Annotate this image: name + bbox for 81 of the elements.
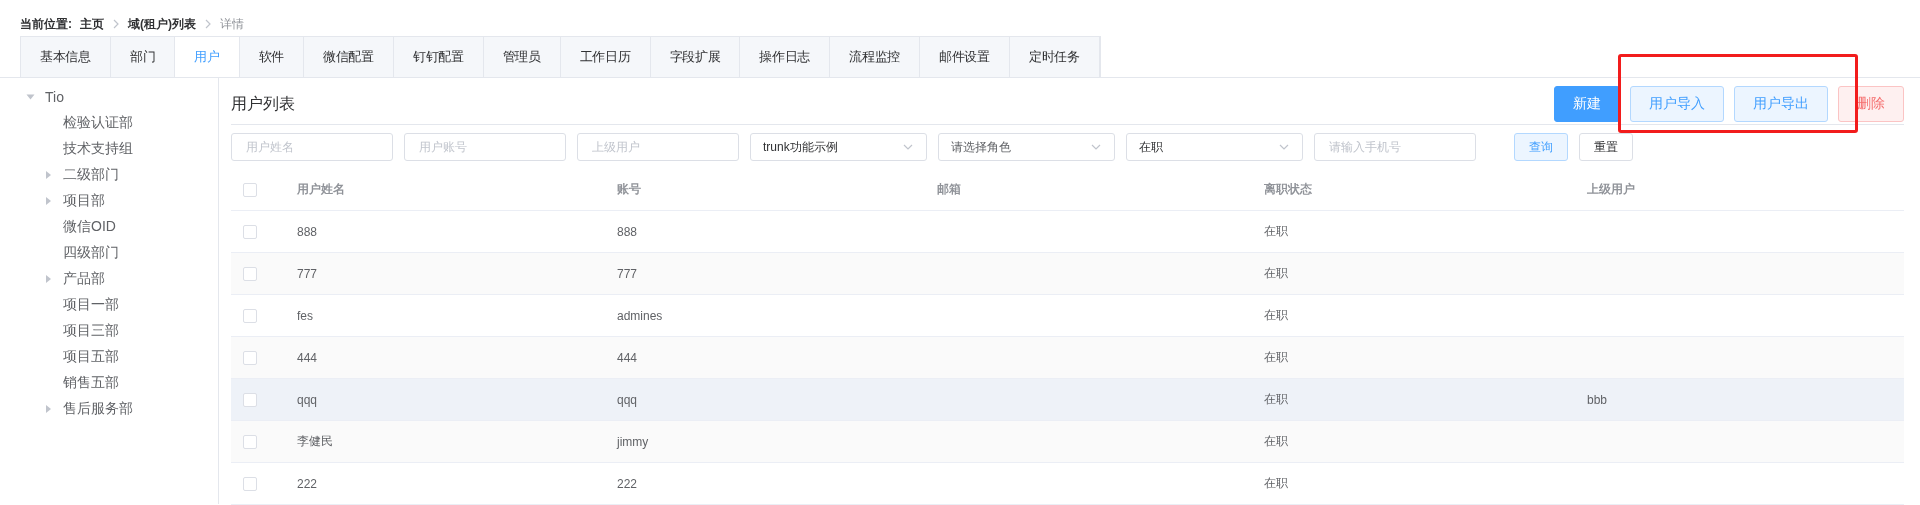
tree-item[interactable]: 技术支持组 (0, 136, 218, 162)
table-cell-text: 在职 (1263, 391, 1289, 408)
table-row[interactable]: 777 777 在职 (231, 253, 1904, 295)
table-cell-text: 222 (296, 476, 319, 491)
chevron-right-icon (112, 19, 120, 29)
table-cell-text: 李健民 (296, 433, 334, 450)
breadcrumb-link[interactable]: 域(租户)列表 (128, 15, 196, 33)
tab[interactable]: 工作日历 (560, 37, 651, 77)
table-cell-text: 在职 (1263, 475, 1289, 492)
column-header: 邮箱 (936, 181, 962, 198)
table-cell-text: 777 (296, 266, 319, 281)
table-cell-text: qqq (616, 392, 639, 407)
tree-item[interactable]: 项目一部 (0, 292, 218, 318)
checkbox[interactable] (243, 224, 257, 239)
select-field[interactable]: 在职 (1126, 133, 1303, 161)
table-cell-text: 222 (616, 476, 639, 491)
column-header: 账号 (616, 181, 642, 198)
table-cell-text: bbb (1586, 392, 1609, 407)
tree-item[interactable]: 项目五部 (0, 344, 218, 370)
table-cell-text: 在职 (1263, 307, 1289, 324)
caret-icon[interactable] (46, 197, 51, 205)
tab[interactable]: 邮件设置 (920, 37, 1010, 77)
tab[interactable]: 流程监控 (830, 37, 920, 77)
tab[interactable]: 钉钉配置 (393, 37, 484, 77)
checkbox[interactable] (243, 182, 257, 197)
table-cell-text: fes (296, 308, 314, 323)
checkbox[interactable] (243, 476, 257, 491)
input-field[interactable]: 用户账号 (404, 133, 566, 161)
input-field[interactable]: 用户姓名 (231, 133, 393, 161)
breadcrumb-link[interactable]: 主页 (80, 15, 104, 33)
tab[interactable]: 字段扩展 (650, 37, 741, 77)
tree-item[interactable]: Tio (0, 84, 218, 110)
table-row[interactable]: 李健民 jimmy 在职 (231, 421, 1904, 463)
select-field[interactable]: 请选择角色 (938, 133, 1115, 161)
filter-button[interactable]: 重置 (1579, 133, 1633, 161)
tab[interactable]: 软件 (239, 37, 305, 77)
tab[interactable]: 定时任务 (1009, 37, 1100, 77)
breadcrumb-label: 当前位置: (20, 15, 72, 33)
table-cell-text: admines (616, 308, 664, 323)
tree-item[interactable]: 项目三部 (0, 318, 218, 344)
checkbox[interactable] (243, 350, 257, 365)
tree-item[interactable]: 检验认证部 (0, 110, 218, 136)
tab[interactable]: 操作日志 (740, 37, 831, 77)
tree-item[interactable]: 项目部 (0, 188, 218, 214)
select-field[interactable]: trunk功能示例 (750, 133, 927, 161)
checkbox[interactable] (243, 308, 257, 323)
caret-icon[interactable] (26, 94, 35, 100)
table-cell-text: jimmy (615, 434, 650, 449)
table-cell-text: 在职 (1263, 349, 1289, 366)
tab[interactable]: 管理员 (483, 37, 561, 77)
tab[interactable]: 微信配置 (304, 37, 394, 77)
tree-item[interactable]: 微信OID (0, 214, 218, 240)
checkbox[interactable] (243, 392, 257, 407)
caret-icon[interactable] (46, 275, 51, 283)
table-row[interactable]: qqq qqq 在职 bbb (231, 379, 1904, 421)
checkbox[interactable] (243, 434, 257, 449)
table-cell-text: 444 (616, 350, 639, 365)
tree-item[interactable]: 销售五部 (0, 370, 218, 396)
tree-item[interactable]: 售后服务部 (0, 396, 218, 422)
table-cell-text: 777 (616, 266, 639, 281)
column-header: 上级用户 (1586, 181, 1636, 198)
input-field[interactable]: 请输入手机号 (1314, 133, 1476, 161)
panel-title: 用户列表 (231, 93, 296, 114)
table-cell-text: 在职 (1263, 433, 1289, 450)
column-header: 离职状态 (1263, 181, 1313, 198)
caret-icon[interactable] (46, 405, 51, 413)
table-cell-text: 888 (296, 224, 319, 239)
tree-item[interactable]: 产品部 (0, 266, 218, 292)
table-cell-text: qqq (296, 392, 319, 407)
table-cell-text: 444 (296, 350, 319, 365)
tree-item[interactable]: 四级部门 (0, 240, 218, 266)
table-cell-text: 888 (616, 224, 639, 239)
caret-icon[interactable] (46, 171, 51, 179)
table-cell-text: 在职 (1263, 223, 1289, 240)
table-row[interactable]: 444 444 在职 (231, 337, 1904, 379)
table-cell-text: 在职 (1263, 265, 1289, 282)
tree-item[interactable]: 二级部门 (0, 162, 218, 188)
column-header: 用户姓名 (296, 181, 346, 198)
tab[interactable]: 基本信息 (21, 37, 111, 77)
checkbox[interactable] (243, 266, 257, 281)
chevron-right-icon (204, 19, 212, 29)
